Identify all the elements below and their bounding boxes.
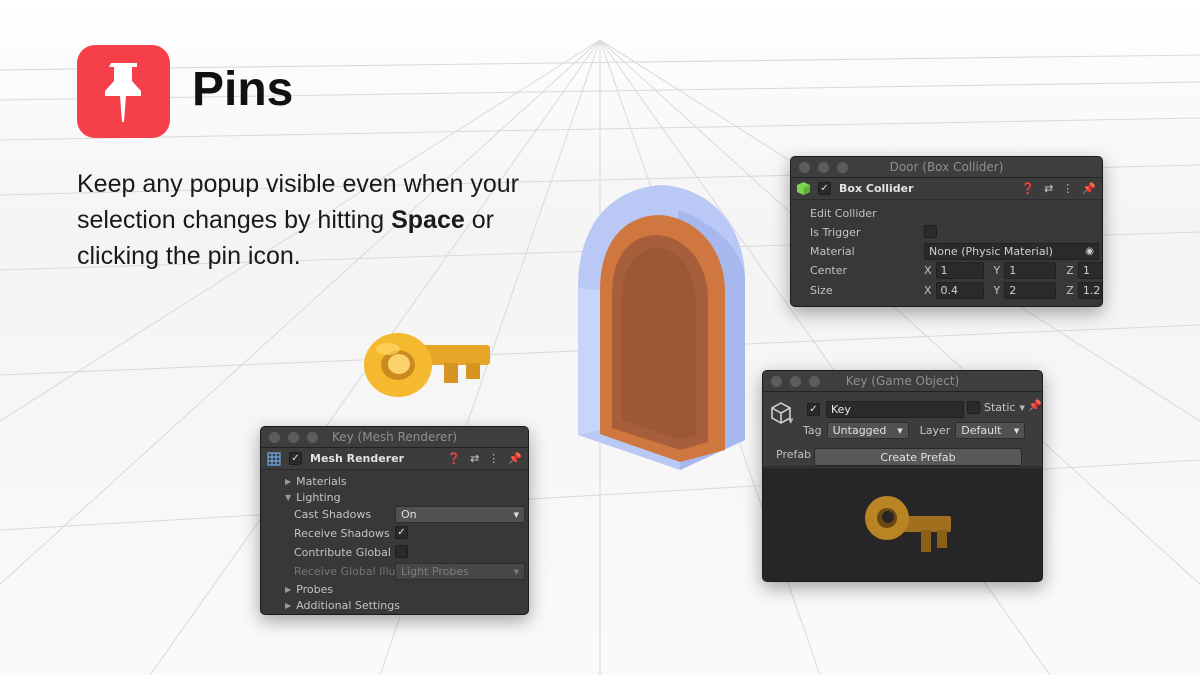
triangle-icon[interactable]: ▶ <box>285 601 291 610</box>
is-trigger-checkbox[interactable] <box>924 225 937 238</box>
tag-dropdown[interactable]: Untagged ▼ <box>826 422 909 439</box>
contribute-gi-checkbox[interactable] <box>395 545 408 558</box>
additional-settings-foldout[interactable]: Additional Settings <box>296 599 400 612</box>
triangle-icon[interactable]: ▶ <box>285 477 291 486</box>
edit-collider-label[interactable]: Edit Collider <box>810 207 877 220</box>
pin-icon[interactable]: 📌 <box>508 452 522 465</box>
mesh-renderer-icon <box>267 451 281 466</box>
create-prefab-button[interactable]: Create Prefab <box>814 448 1022 466</box>
is-trigger-label: Is Trigger <box>810 226 861 239</box>
kebab-icon[interactable]: ⋮ <box>1062 182 1073 195</box>
window-title: Door (Box Collider) <box>889 160 1004 174</box>
materials-foldout[interactable]: Materials <box>296 475 346 488</box>
zoom-button[interactable] <box>809 376 820 387</box>
door-illustration <box>578 185 745 470</box>
material-field[interactable]: None (Physic Material) ◉ <box>924 243 1099 260</box>
component-enabled-checkbox[interactable]: ✓ <box>289 452 302 465</box>
minimize-button[interactable] <box>790 376 801 387</box>
window-title: Key (Mesh Renderer) <box>331 430 458 444</box>
size-z-field[interactable]: 1.2 <box>1077 282 1102 299</box>
size-x-field[interactable]: 0.4 <box>935 282 984 299</box>
center-x-field[interactable]: 1 <box>935 262 984 279</box>
layer-dropdown[interactable]: Default ▼ <box>955 422 1026 439</box>
lighting-foldout[interactable]: Lighting <box>296 491 340 504</box>
question-icon[interactable]: ❓ <box>1021 182 1035 195</box>
prefab-label: Prefab <box>776 448 812 461</box>
cast-shadows-label: Cast Shadows <box>294 508 372 521</box>
checkmark-icon: ✓ <box>809 403 818 415</box>
close-button[interactable] <box>799 162 810 173</box>
app-title: Pins <box>192 63 294 116</box>
size-label: Size <box>810 284 833 297</box>
cast-shadows-dropdown[interactable]: On ▼ <box>395 506 525 523</box>
chevron-down-icon[interactable]: ▼ <box>1019 404 1024 412</box>
tagline: Keep any popup visible even when your se… <box>77 170 519 270</box>
center-y-field[interactable]: 1 <box>1004 262 1057 279</box>
titlebar[interactable]: Door (Box Collider) <box>791 157 1102 178</box>
minimize-button[interactable] <box>288 432 299 443</box>
size-y-field[interactable]: 2 <box>1004 282 1057 299</box>
receive-gi-label: Receive Global Illum <box>294 565 407 578</box>
mesh-renderer-window[interactable]: Key (Mesh Renderer) ✓ Mesh Renderer ❓ ⇄ … <box>260 426 529 615</box>
active-checkbox[interactable]: ✓ <box>807 403 820 416</box>
triangle-icon[interactable]: ▼ <box>285 493 291 502</box>
checkmark-icon: ✓ <box>820 182 829 194</box>
zoom-button[interactable] <box>837 162 848 173</box>
contribute-gi-label: Contribute Global Il <box>294 546 401 559</box>
component-name: Box Collider <box>839 182 914 195</box>
zoom-button[interactable] <box>307 432 318 443</box>
game-object-window[interactable]: Key (Game Object) ▼ ✓ Key Static ▼ 📌 Tag… <box>762 370 1043 582</box>
target-icon[interactable]: ◉ <box>1085 246 1094 257</box>
receive-shadows-checkbox[interactable]: ✓ <box>395 526 408 539</box>
checkmark-icon: ✓ <box>397 526 406 538</box>
center-z-field[interactable]: 1 <box>1077 262 1102 279</box>
receive-shadows-label: Receive Shadows <box>294 527 390 540</box>
pin-icon[interactable]: 📌 <box>1028 399 1042 412</box>
component-name: Mesh Renderer <box>310 452 405 465</box>
tag-label: Tag <box>803 424 822 437</box>
window-title: Key (Game Object) <box>845 374 960 388</box>
material-label: Material <box>810 245 855 258</box>
close-button[interactable] <box>269 432 280 443</box>
checkmark-icon: ✓ <box>291 452 300 464</box>
pushpin-icon <box>104 62 141 122</box>
box-collider-icon <box>797 182 810 195</box>
sliders-icon[interactable]: ⇄ <box>470 452 479 465</box>
app-icon <box>77 45 170 138</box>
titlebar[interactable]: Key (Mesh Renderer) <box>261 427 528 448</box>
layer-label: Layer <box>919 424 951 437</box>
center-label: Center <box>810 264 848 277</box>
probes-foldout[interactable]: Probes <box>296 583 333 596</box>
close-button[interactable] <box>771 376 782 387</box>
component-header[interactable]: ✓ Box Collider ❓ ⇄ ⋮ 📌 <box>791 178 1102 200</box>
key-illustration <box>364 333 490 397</box>
preview-area <box>763 468 1042 581</box>
component-enabled-checkbox[interactable]: ✓ <box>818 182 831 195</box>
static-label[interactable]: Static <box>984 401 1015 414</box>
component-header[interactable]: ✓ Mesh Renderer ❓ ⇄ ⋮ 📌 <box>261 448 528 470</box>
static-checkbox[interactable] <box>967 401 980 414</box>
box-collider-window[interactable]: Door (Box Collider) ✓ Box Collider ❓ ⇄ ⋮… <box>790 156 1103 307</box>
kebab-icon[interactable]: ⋮ <box>488 452 499 465</box>
key-preview-illustration <box>865 496 951 552</box>
pin-icon[interactable]: 📌 <box>1082 182 1096 195</box>
chevron-down-icon[interactable]: ▼ <box>788 417 793 425</box>
titlebar[interactable]: Key (Game Object) <box>763 371 1042 392</box>
receive-gi-dropdown: Light Probes ▼ <box>395 563 525 580</box>
triangle-icon[interactable]: ▶ <box>285 585 291 594</box>
sliders-icon[interactable]: ⇄ <box>1044 182 1053 195</box>
question-icon[interactable]: ❓ <box>447 452 461 465</box>
name-field[interactable]: Key <box>826 401 964 418</box>
minimize-button[interactable] <box>818 162 829 173</box>
